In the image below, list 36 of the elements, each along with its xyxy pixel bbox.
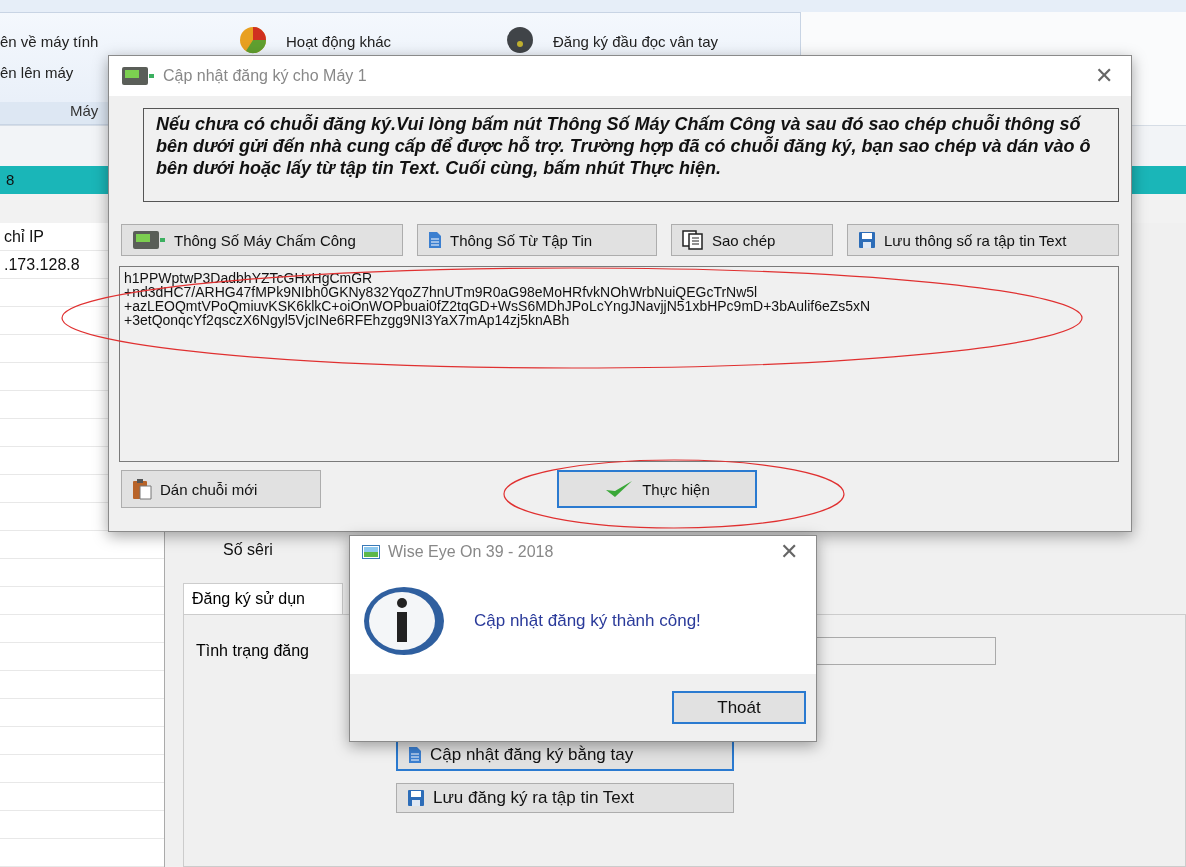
serial-label: Số sêri — [223, 541, 273, 558]
window-icon — [362, 545, 380, 559]
message-text: Cập nhật đăng ký thành công! — [474, 611, 701, 631]
toolbar-button[interactable]: Sao chép — [671, 224, 833, 256]
status-label: Tình trạng đăng — [196, 642, 309, 660]
close-button[interactable]: ✕ — [774, 538, 804, 566]
paste-button[interactable]: Dán chuỗi mới — [121, 470, 321, 508]
column-header: chỉ IP — [4, 228, 44, 245]
instructions-text: Nếu chưa có chuỗi đăng ký.Vui lòng bấm nút Thông Số Máy Chấm Công và sau đó sao chép chuỗi thông số bên dưới gửi đến nhà cung cấp để được hỗ trợ. Trường hợp đã có chuỗi đăng ký, bạn sao chép và dán vào ô bên dưới hoặc lấy từ tập tin Text. Cuối cùng, bấm nhút Thực hiện. — [143, 108, 1119, 202]
ribbon-button[interactable]: Hoạt động khác — [286, 32, 392, 50]
toolbar-button[interactable]: Lưu thông số ra tập tin Text — [847, 224, 1119, 256]
device-icon — [121, 66, 155, 86]
ribbon-group-label: Máy — [70, 101, 99, 119]
registration-tab[interactable]: Đăng ký sử dụn — [183, 583, 343, 614]
header-bar-text: 8 — [6, 171, 15, 189]
ip-address-cell: .173.128.8 — [4, 256, 80, 273]
device-icon — [132, 230, 166, 250]
pie-chart-icon — [238, 24, 268, 55]
copy-icon — [682, 230, 704, 250]
close-button[interactable]: ✕ — [1089, 62, 1119, 90]
clipboard-icon — [132, 478, 152, 500]
save-icon — [858, 231, 876, 249]
ribbon-item[interactable]: ên về máy tính — [0, 32, 238, 50]
ribbon-button[interactable]: Đăng ký đầu đọc vân tay — [553, 32, 719, 50]
action-button[interactable]: Lưu đăng ký ra tập tin Text — [396, 783, 734, 813]
dialog-title: Cập nhật đăng ký cho Máy 1 — [163, 67, 368, 85]
document-icon — [408, 746, 422, 764]
fingerprint-reader-icon — [505, 24, 535, 55]
exit-button[interactable]: Thoát — [672, 691, 806, 724]
toolbar-button[interactable]: Thông Số Từ Tập Tin — [417, 224, 657, 256]
execute-button[interactable]: Thực hiện — [557, 470, 757, 508]
toolbar-button[interactable]: Thông Số Máy Chấm Công — [121, 224, 403, 256]
info-icon — [362, 585, 446, 657]
document-icon — [428, 231, 442, 249]
save-icon — [407, 789, 425, 807]
dialog-title: Wise Eye On 39 - 2018 — [388, 543, 555, 561]
